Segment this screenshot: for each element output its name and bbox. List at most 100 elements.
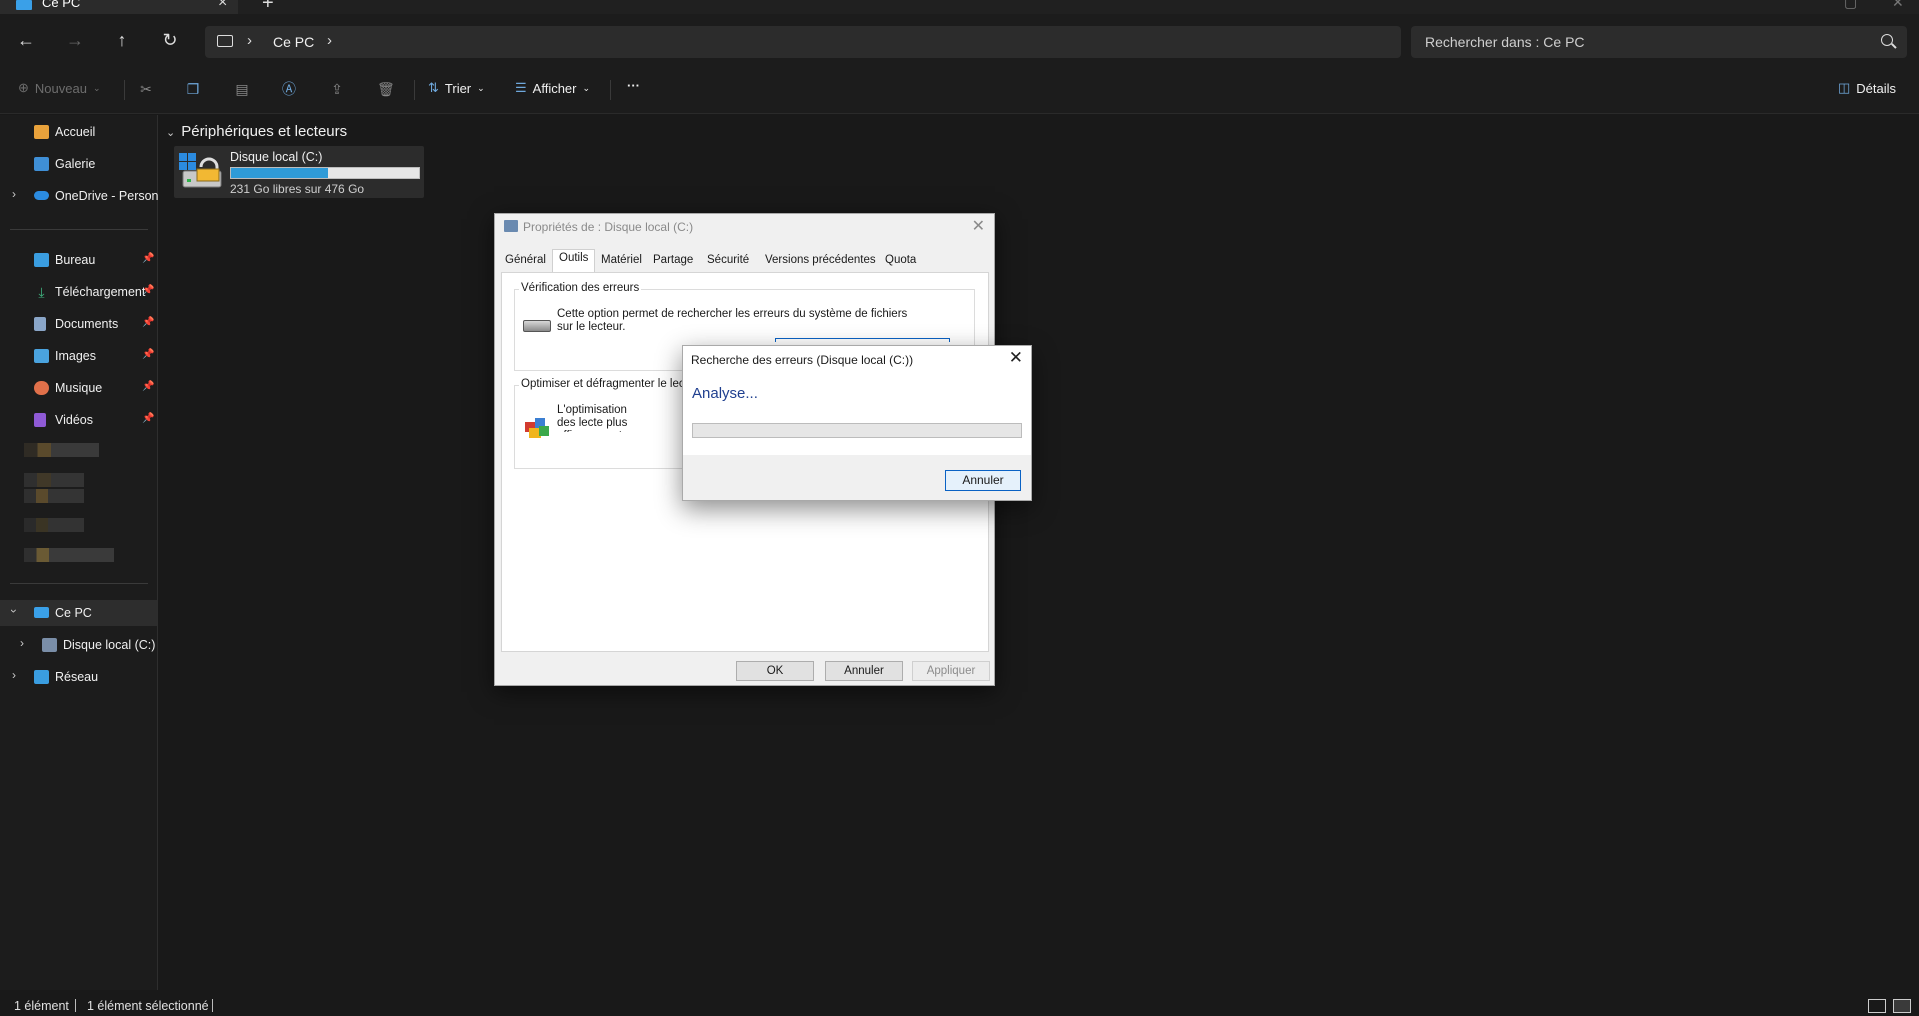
sidebar-item-label: Disque local (C:) — [63, 638, 156, 652]
cancel-button[interactable]: Annuler — [825, 661, 903, 681]
new-tab-button[interactable]: + — [262, 0, 274, 15]
copy-icon[interactable]: ❐ — [185, 81, 201, 97]
divider — [212, 999, 213, 1012]
dialog-title: Propriétés de : Disque local (C:) — [523, 220, 694, 234]
search-icon — [1881, 34, 1893, 46]
new-button[interactable]: ⊕ Nouveau ⌄ — [18, 80, 101, 96]
maximize-icon[interactable]: ▢ — [1844, 0, 1857, 11]
pin-icon[interactable]: 📌 — [142, 317, 154, 328]
error-check-dialog: Recherche des erreurs (Disque local (C:)… — [682, 345, 1032, 501]
close-window-icon[interactable]: ✕ — [1892, 0, 1904, 11]
sidebar-item-music[interactable]: Musique 📌 — [0, 375, 157, 401]
chevron-right-icon[interactable]: › — [12, 187, 16, 201]
gallery-icon — [34, 157, 49, 171]
sidebar-item-label: Réseau — [55, 670, 99, 684]
chevron-down-icon[interactable]: › — [7, 609, 21, 613]
search-input[interactable]: Rechercher dans : Ce PC — [1411, 26, 1907, 58]
drive-name: Disque local (C:) — [230, 150, 323, 164]
divider — [10, 583, 148, 584]
tiles-view-icon[interactable] — [1893, 999, 1911, 1013]
desktop-icon — [34, 253, 49, 267]
rename-icon[interactable]: Ⓐ — [281, 81, 297, 97]
tab-sharing[interactable]: Partage — [653, 254, 693, 266]
group-title: Périphériques et lecteurs — [181, 123, 348, 140]
tab-hardware[interactable]: Matériel — [601, 254, 642, 266]
more-options-button[interactable]: ··· — [627, 78, 640, 93]
download-icon: ⤓ — [38, 284, 45, 300]
pin-icon[interactable]: 📌 — [142, 381, 154, 392]
sidebar-item-desktop[interactable]: Bureau 📌 — [0, 247, 157, 273]
chevron-down-icon: ⌄ — [92, 82, 101, 93]
close-icon[interactable]: ✕ — [972, 216, 985, 236]
sidebar-item-videos[interactable]: Vidéos 📌 — [0, 407, 157, 433]
chevron-right-icon[interactable]: › — [12, 668, 16, 682]
sidebar-item-this-pc[interactable]: › Ce PC — [0, 600, 157, 626]
details-label: Détails — [1856, 80, 1897, 96]
ok-button[interactable]: OK — [736, 661, 814, 681]
sidebar-item-gallery[interactable]: Galerie — [0, 151, 157, 177]
pin-icon[interactable]: 📌 — [142, 413, 154, 424]
sidebar-item-onedrive[interactable]: › OneDrive - Persona — [0, 183, 158, 209]
document-icon — [34, 317, 46, 331]
breadcrumb[interactable]: Ce PC — [273, 34, 314, 50]
address-bar[interactable]: › Ce PC › — [205, 26, 1401, 58]
drive-usage-fill — [231, 168, 328, 178]
chevron-right-icon[interactable]: › — [247, 32, 252, 49]
navigation-pane: Accueil Galerie › OneDrive - Persona Bur… — [0, 115, 158, 990]
cancel-button[interactable]: Annuler — [945, 470, 1021, 491]
forward-button[interactable]: → — [63, 28, 87, 52]
apply-button[interactable]: Appliquer — [912, 661, 990, 681]
sidebar-item-local-disk[interactable]: › Disque local (C:) — [0, 632, 157, 658]
drive-tile-c[interactable]: Disque local (C:) 231 Go libres sur 476 … — [174, 146, 424, 198]
drive-icon — [42, 638, 57, 652]
chevron-right-icon[interactable]: › — [20, 636, 24, 650]
delete-icon[interactable]: 🗑 — [377, 81, 395, 97]
drive-free-space: 231 Go libres sur 476 Go — [230, 182, 365, 196]
sidebar-item-label: Ce PC — [55, 606, 92, 620]
up-button[interactable]: ↑ — [110, 28, 134, 52]
close-icon[interactable]: ✕ — [1009, 348, 1023, 368]
refresh-button[interactable]: ↻ — [158, 28, 182, 52]
share-icon[interactable]: ⇪ — [329, 81, 345, 97]
sidebar-item-documents[interactable]: Documents 📌 — [0, 311, 157, 337]
sort-label: Trier — [444, 80, 472, 96]
sidebar-item-home[interactable]: Accueil — [0, 119, 157, 145]
details-button[interactable]: ◫ Détails — [1838, 80, 1896, 96]
tab-security[interactable]: Sécurité — [707, 254, 749, 266]
tab-this-pc[interactable]: Ce PC × — [0, 0, 238, 14]
chevron-right-icon[interactable]: › — [327, 32, 332, 49]
back-button[interactable]: ← — [14, 28, 38, 52]
computer-icon — [34, 607, 49, 618]
close-tab-icon[interactable]: × — [218, 0, 227, 12]
paste-icon[interactable]: ▤ — [234, 81, 250, 97]
details-view-icon[interactable] — [1868, 999, 1886, 1013]
check-button[interactable] — [775, 338, 950, 342]
pin-icon[interactable]: 📌 — [142, 285, 154, 296]
monitor-icon — [217, 35, 233, 47]
cut-icon[interactable]: ✂ — [138, 81, 154, 97]
sidebar-item-pictures[interactable]: Images 📌 — [0, 343, 157, 369]
home-icon — [34, 125, 49, 139]
sidebar-item-downloads[interactable]: ⤓ Téléchargement 📌 — [0, 279, 157, 305]
drive-icon — [179, 153, 222, 188]
pin-icon[interactable]: 📌 — [142, 253, 154, 264]
view-label: Afficher — [532, 80, 577, 96]
chevron-down-icon: ⌄ — [166, 127, 176, 139]
sidebar-item-label: Galerie — [55, 157, 96, 171]
dialog-titlebar: Recherche des erreurs (Disque local (C:)… — [683, 346, 1031, 372]
group-header[interactable]: ⌄ Périphériques et lecteurs — [166, 123, 347, 140]
divider — [75, 999, 76, 1012]
tab-general[interactable]: Général — [505, 254, 546, 266]
view-button[interactable]: ☰ Afficher ⌄ — [515, 80, 590, 96]
command-bar: ⊕ Nouveau ⌄ ✂ ❐ ▤ Ⓐ ⇪ 🗑 ⇅ Trier ⌄ ☰ Affi… — [0, 66, 1919, 114]
tab-previous-versions[interactable]: Versions précédentes — [765, 254, 876, 266]
tab-quota[interactable]: Quota — [885, 254, 916, 266]
item-count: 1 élément — [14, 999, 69, 1013]
tab-label: Ce PC — [42, 0, 81, 10]
tab-tools[interactable]: Outils — [552, 249, 596, 273]
sort-button[interactable]: ⇅ Trier ⌄ — [428, 80, 485, 96]
pin-icon[interactable]: 📌 — [142, 349, 154, 360]
sidebar-item-network[interactable]: › Réseau — [0, 664, 157, 690]
sidebar-item-label: OneDrive - Persona — [55, 189, 158, 203]
computer-icon — [16, 0, 32, 10]
